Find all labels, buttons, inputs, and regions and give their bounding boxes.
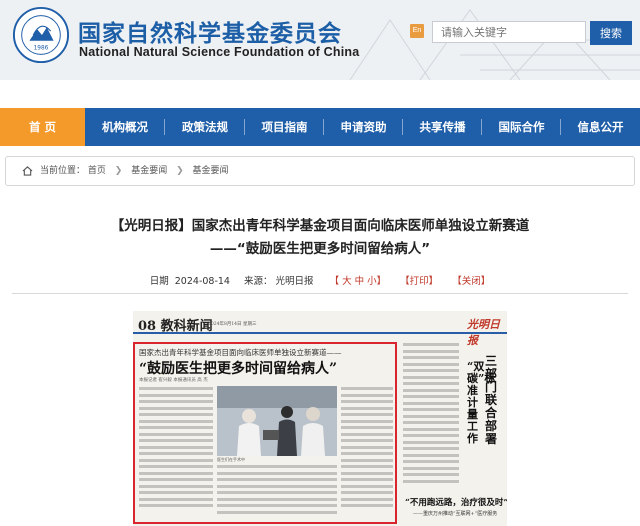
breadcrumb-link-news[interactable]: 基金要闻 (131, 166, 167, 176)
nav-item-label: 共享传播 (419, 120, 466, 134)
breadcrumb: 当前位置： 首页 ❯ 基金要闻 ❯ 基金要闻 (5, 156, 635, 186)
newspaper-image: 08 教科新闻 2024年8月14日 星期三 光明日报 国家杰出青年科学基金项目… (133, 311, 507, 526)
photo-caption: 医生们在手术中 (217, 457, 245, 462)
search-button[interactable]: 搜索 (590, 21, 632, 45)
nav-item-disclosure[interactable]: 信息公开 (561, 108, 640, 146)
print-button[interactable]: 【打印】 (400, 276, 438, 287)
search-input[interactable] (432, 21, 586, 43)
breadcrumb-items: 当前位置： 首页 ❯ 基金要闻 ❯ 基金要闻 (40, 157, 229, 185)
nav-item-about[interactable]: 机构概况 (85, 108, 165, 146)
divider (12, 293, 628, 294)
side-quote-headline: “不用跑远路，治疗很及时” (405, 498, 507, 508)
nav-item-guide[interactable]: 项目指南 (245, 108, 324, 146)
nav-item-label: 政策法规 (182, 120, 228, 134)
close-button[interactable]: 【关闭】 (452, 276, 490, 287)
newspaper-subhead: 国家杰出青年科学基金项目面向临床医师单独设立新赛道—— (139, 348, 342, 357)
chevron-right-icon: ❯ (114, 166, 123, 176)
article-title-line2: ——“鼓励医生把更多时间留给病人” (209, 241, 431, 257)
newspaper-byline: 本报记者 崔兴毅 本报通讯员 高 杰 (139, 378, 208, 383)
nav-item-label: 申请资助 (340, 120, 387, 134)
surgery-photo (217, 386, 337, 456)
site-title-en: National Natural Science Foundation of C… (79, 45, 360, 59)
side-quote-subhead: ——重庆万州推动“互联网+”医疗服务 (413, 511, 498, 517)
newspaper-header-rule (133, 332, 507, 334)
article-text-column (139, 387, 213, 511)
nav-item-international[interactable]: 国际合作 (482, 108, 561, 146)
article-text-column (217, 465, 337, 517)
nav-item-label: 国际合作 (498, 120, 545, 134)
date-label: 日期 (149, 276, 169, 287)
nav-item-label: 项目指南 (261, 120, 308, 134)
newspaper-date-line: 2024年8月14日 星期三 (208, 322, 257, 327)
nsfc-logo[interactable]: 1986 (12, 6, 70, 64)
breadcrumb-prefix: 当前位置： (40, 166, 86, 176)
source-label: 来源： (244, 276, 273, 287)
side-text-column (403, 343, 459, 486)
newspaper-headline: “鼓励医生把更多时间留给病人” (139, 361, 338, 377)
nav-item-sharing[interactable]: 共享传播 (403, 108, 482, 146)
chevron-right-icon: ❯ (176, 166, 184, 176)
logo-year: 1986 (34, 46, 49, 52)
nav-item-home[interactable]: 首 页 (0, 108, 85, 146)
article-title-line1: 【光明日报】国家杰出青年科学基金项目面向临床医师单独设立新赛道 (110, 218, 530, 234)
main-nav: 首 页 机构概况 政策法规 项目指南 申请资助 共享传播 国际合作 信息公开 (0, 108, 640, 146)
article-date: 2024-08-14 (174, 276, 230, 287)
nav-item-apply[interactable]: 申请资助 (324, 108, 403, 146)
nav-item-label: 机构概况 (102, 120, 148, 134)
article-text-column (341, 387, 393, 511)
nav-item-policies[interactable]: 政策法规 (165, 108, 245, 146)
font-size-control[interactable]: 【 大 中 小】 (330, 276, 387, 287)
nav-item-label: 信息公开 (577, 120, 624, 134)
breadcrumb-link-home[interactable]: 首页 (88, 166, 106, 176)
site-header: 1986 国家自然科学基金委员会 National Natural Scienc… (0, 0, 640, 80)
article-meta: 日期 2024-08-14 来源： 光明日报 【 大 中 小】 【打印】 【关闭】 (0, 273, 640, 287)
photo-illustration (217, 386, 337, 456)
side-headline-b: “双碳”标准计量工作 (467, 360, 496, 445)
nav-item-label: 首 页 (28, 120, 56, 134)
side-headline-a: 三部门联合部署 (485, 354, 498, 446)
home-icon (22, 166, 33, 176)
breadcrumb-link-news-current[interactable]: 基金要闻 (193, 166, 229, 176)
site-title-cn: 国家自然科学基金委员会 (78, 21, 342, 47)
english-language-button[interactable]: En (410, 24, 424, 38)
article-source: 光明日报 (275, 276, 314, 287)
